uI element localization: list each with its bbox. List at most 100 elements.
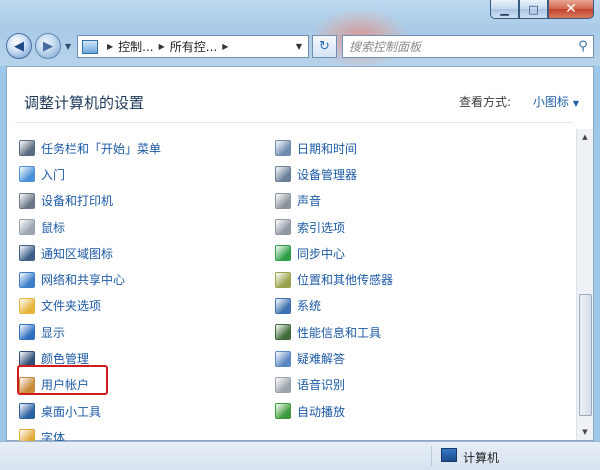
control-panel-item-label[interactable]: 设备和打印机	[41, 192, 113, 209]
control-panel-item-label[interactable]: 性能信息和工具	[297, 324, 381, 341]
autoplay-icon	[275, 403, 291, 420]
control-panel-item[interactable]: 自动播放	[275, 398, 393, 424]
control-panel-item[interactable]: 网络和共享中心	[19, 266, 161, 292]
control-panel-item-label[interactable]: 鼠标	[41, 219, 65, 236]
header-divider	[15, 122, 573, 123]
clock-icon	[275, 140, 291, 157]
control-panel-icon	[82, 39, 98, 54]
control-panel-item[interactable]: 声音	[275, 188, 393, 214]
control-panel-item[interactable]: 同步中心	[275, 240, 393, 266]
control-panel-item[interactable]: 位置和其他传感器	[275, 266, 393, 292]
control-panel-item[interactable]: 索引选项	[275, 214, 393, 240]
control-panel-item-label[interactable]: 通知区域图标	[41, 245, 113, 262]
printer-icon	[19, 192, 35, 209]
status-location-label: 计算机	[463, 451, 500, 465]
control-panel-item-label[interactable]: 入门	[41, 166, 65, 183]
control-panel-item-label[interactable]: 系统	[297, 297, 321, 314]
window-controls: ▁ □ ✕	[490, 0, 594, 19]
search-box[interactable]: ⚲	[342, 35, 594, 58]
page-title: 调整计算机的设置	[24, 94, 145, 112]
window-title-bar: ▁ □ ✕ ◀ ▶ ▼ ▶ 控制... ▶ 所有控... ▶ ▼ ↻ ⚲	[0, 0, 600, 68]
system-icon	[275, 297, 291, 314]
control-panel-content: 调整计算机的设置 查看方式: 小图标 ▼ 任务栏和「开始」菜单 入门设备和打印机 鼠标…	[6, 66, 594, 446]
recent-pages-dropdown[interactable]: ▼	[65, 42, 71, 51]
getting-started-icon	[19, 166, 35, 183]
control-panel-item-label[interactable]: 设备管理器	[297, 166, 357, 183]
control-panel-item[interactable]: 设备和打印机	[19, 188, 161, 214]
control-panel-item[interactable]: 通知区域图标	[19, 240, 161, 266]
control-panel-item-label[interactable]: 疑难解答	[297, 350, 345, 367]
folder-options-icon	[19, 297, 35, 314]
address-bar[interactable]: ▶ 控制... ▶ 所有控... ▶ ▼	[77, 35, 309, 58]
breadcrumb-separator[interactable]: ▶	[159, 42, 165, 51]
sensor-icon	[275, 271, 291, 288]
minimize-button[interactable]: ▁	[490, 0, 519, 19]
left-column: 任务栏和「开始」菜单 入门设备和打印机 鼠标通知区域图标 网络和共享中心 文件夹选项显示…	[19, 135, 161, 451]
display-icon	[19, 324, 35, 341]
control-panel-item-label[interactable]: 显示	[41, 324, 65, 341]
control-panel-item[interactable]: 文件夹选项	[19, 293, 161, 319]
search-input[interactable]	[343, 39, 573, 54]
control-panel-item[interactable]: 系统	[275, 293, 393, 319]
indexing-icon	[275, 219, 291, 236]
control-panel-item-label[interactable]: 日期和时间	[297, 140, 357, 157]
microphone-icon	[275, 376, 291, 393]
control-panel-item-label[interactable]: 同步中心	[297, 245, 345, 262]
scroll-thumb[interactable]	[579, 294, 592, 416]
control-panel-item[interactable]: 日期和时间	[275, 135, 393, 161]
control-panel-item[interactable]: 桌面小工具	[19, 398, 161, 424]
breadcrumb-control-panel[interactable]: 控制...	[118, 38, 153, 55]
control-panel-item-label[interactable]: 文件夹选项	[41, 297, 101, 314]
refresh-button[interactable]: ↻	[312, 35, 337, 58]
device-manager-icon	[275, 166, 291, 183]
search-icon[interactable]: ⚲	[573, 39, 593, 54]
view-by-label: 查看方式:	[458, 95, 511, 109]
control-panel-item[interactable]: 语音识别	[275, 372, 393, 398]
mouse-icon	[19, 219, 35, 236]
vertical-scrollbar[interactable]: ▲ ▼	[576, 129, 593, 440]
address-dropdown-icon[interactable]: ▼	[296, 42, 302, 51]
performance-icon	[275, 324, 291, 341]
control-panel-item[interactable]: 任务栏和「开始」菜单	[19, 135, 161, 161]
control-panel-item[interactable]: 设备管理器	[275, 161, 393, 187]
back-button[interactable]: ◀	[6, 33, 32, 59]
control-panel-item-label[interactable]: 任务栏和「开始」菜单	[41, 140, 161, 157]
close-button[interactable]: ✕	[548, 0, 594, 19]
control-panel-item-label[interactable]: 声音	[297, 192, 321, 209]
forward-button[interactable]: ▶	[35, 33, 61, 59]
maximize-button[interactable]: □	[519, 0, 548, 19]
control-panel-item-label[interactable]: 网络和共享中心	[41, 271, 125, 288]
control-panel-item[interactable]: 性能信息和工具	[275, 319, 393, 345]
troubleshooting-icon	[275, 350, 291, 367]
control-panel-item-label[interactable]: 位置和其他传感器	[297, 271, 393, 288]
refresh-icon: ↻	[319, 39, 330, 54]
view-by-value[interactable]: 小图标	[533, 95, 569, 109]
sync-icon	[275, 245, 291, 262]
scroll-down-button[interactable]: ▼	[577, 424, 593, 440]
taskbar-icon	[19, 140, 35, 157]
control-panel-item[interactable]: 入门	[19, 161, 161, 187]
control-panel-item[interactable]: 鼠标	[19, 214, 161, 240]
control-panel-item[interactable]: 疑难解答	[275, 345, 393, 371]
breadcrumb-separator[interactable]: ▶	[107, 42, 113, 51]
control-panel-item-label[interactable]: 自动播放	[297, 403, 345, 420]
breadcrumb-separator[interactable]: ▶	[222, 42, 228, 51]
notification-area-icon	[19, 245, 35, 262]
control-panel-item-label[interactable]: 索引选项	[297, 219, 345, 236]
chevron-down-icon[interactable]: ▼	[573, 99, 579, 108]
computer-icon	[441, 448, 457, 462]
desktop-gadgets-icon	[19, 403, 35, 420]
status-bar: 计算机	[0, 441, 600, 470]
speaker-icon	[275, 192, 291, 209]
control-panel-item-label[interactable]: 语音识别	[297, 376, 345, 393]
control-panel-item-label[interactable]: 桌面小工具	[41, 403, 101, 420]
control-panel-item[interactable]: 显示	[19, 319, 161, 345]
network-icon	[19, 271, 35, 288]
right-column: 日期和时间设备管理器声音索引选项同步中心位置和其他传感器 系统性能信息和工具 疑难解…	[275, 135, 393, 424]
scroll-up-button[interactable]: ▲	[577, 129, 593, 145]
navigation-bar: ◀ ▶ ▼ ▶ 控制... ▶ 所有控... ▶ ▼ ↻ ⚲	[6, 33, 594, 63]
breadcrumb-all-items[interactable]: 所有控...	[170, 38, 217, 55]
user-accounts-highlight	[17, 365, 108, 395]
view-by-dropdown[interactable]: 小图标 ▼	[533, 93, 579, 110]
status-divider	[431, 446, 432, 466]
